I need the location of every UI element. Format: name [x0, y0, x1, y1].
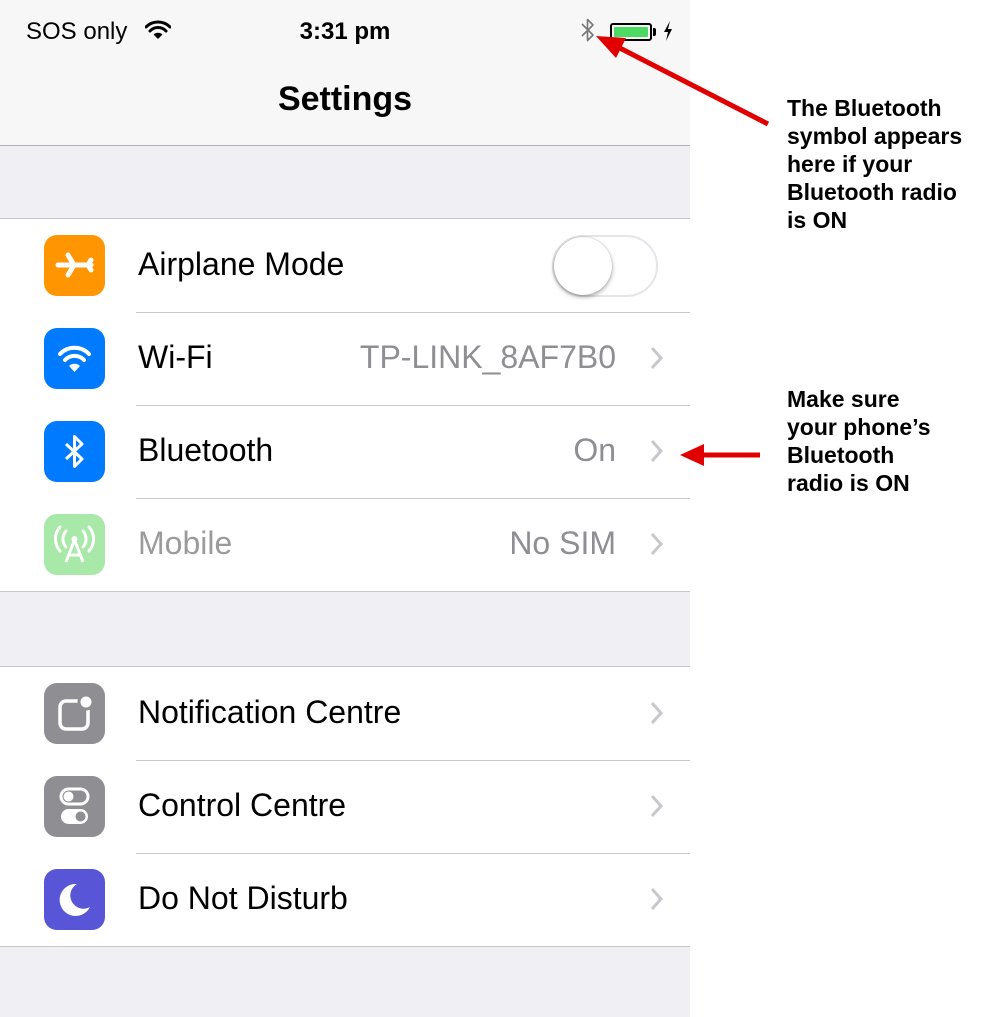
annotation-status-bluetooth: The Bluetooth symbol appears here if you…: [787, 95, 963, 233]
arrowhead-bluetooth-row: [680, 444, 704, 466]
annotation-bluetooth-on: Make sure your phone’s Bluetooth radio i…: [787, 386, 931, 496]
arrowhead-status: [596, 36, 626, 58]
arrow-to-status-bluetooth: [612, 42, 770, 127]
